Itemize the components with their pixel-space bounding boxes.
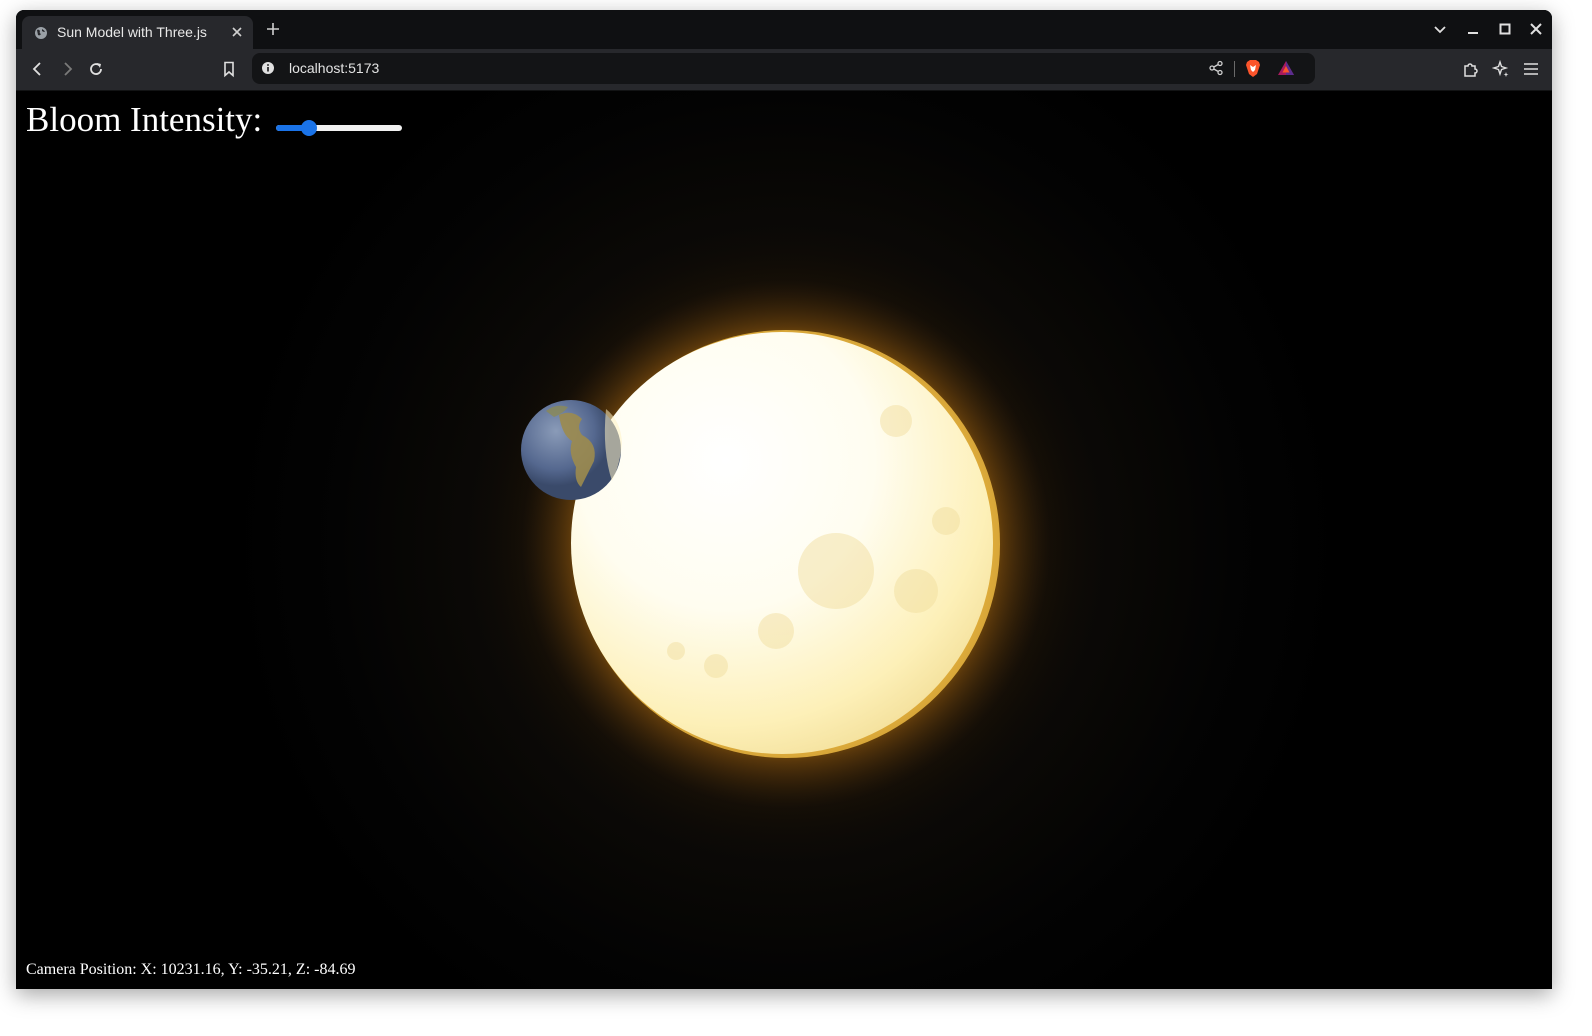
- menu-icon[interactable]: [1522, 60, 1540, 78]
- sun: [456, 214, 1116, 874]
- sun-sphere: [571, 332, 993, 754]
- bookmark-icon[interactable]: [220, 60, 238, 78]
- globe-icon: [35, 27, 47, 39]
- slider-thumb[interactable]: [301, 120, 317, 136]
- share-icon[interactable]: [1208, 60, 1224, 76]
- extensions-icon[interactable]: [1462, 60, 1480, 78]
- bloom-intensity-label: Bloom Intensity:: [26, 100, 263, 139]
- leo-ai-icon[interactable]: [1492, 60, 1510, 78]
- navigation-toolbar: localhost:5173: [16, 49, 1552, 91]
- minimize-icon[interactable]: [1465, 21, 1481, 37]
- bloom-intensity-slider[interactable]: [276, 120, 402, 136]
- url-text[interactable]: localhost:5173: [289, 60, 379, 76]
- browser-tab[interactable]: Sun Model with Three.js: [22, 16, 253, 49]
- browser-window: Sun Model with Three.js localhost:5173 B…: [16, 10, 1552, 989]
- new-tab-icon[interactable]: [264, 20, 282, 38]
- threejs-canvas[interactable]: [16, 91, 1552, 989]
- tab-search-icon[interactable]: [1432, 21, 1448, 37]
- close-icon[interactable]: [1528, 21, 1544, 37]
- address-bar[interactable]: localhost:5173: [252, 53, 1315, 84]
- page-viewport[interactable]: Bloom Intensity: Camera Position: X: 102…: [16, 91, 1552, 989]
- back-icon[interactable]: [29, 60, 47, 78]
- brave-shields-icon[interactable]: [1244, 59, 1262, 78]
- forward-icon[interactable]: [58, 60, 76, 78]
- tab-title: Sun Model with Three.js: [57, 24, 207, 40]
- close-tab-icon[interactable]: [228, 23, 246, 41]
- brave-rewards-icon[interactable]: [1277, 60, 1295, 76]
- maximize-icon[interactable]: [1497, 21, 1513, 37]
- info-icon[interactable]: [261, 61, 275, 75]
- camera-position-readout: Camera Position: X: 10231.16, Y: -35.21,…: [26, 961, 356, 978]
- reload-icon[interactable]: [87, 60, 105, 78]
- url-separator: [1234, 61, 1235, 77]
- tab-strip: Sun Model with Three.js: [16, 10, 1552, 49]
